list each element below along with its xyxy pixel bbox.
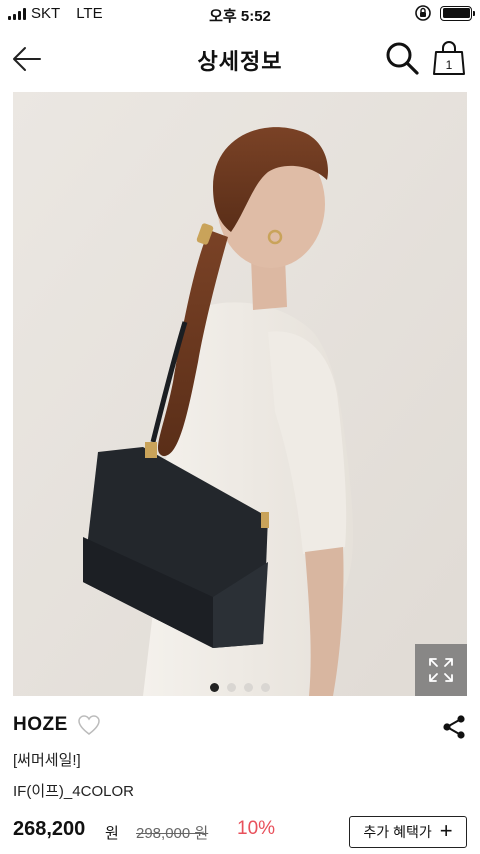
sale-price: 268,200 xyxy=(13,818,86,840)
product-name: IF(이프)_4COLOR xyxy=(13,783,134,800)
orientation-lock-icon xyxy=(415,5,431,21)
status-time: 오후 5:52 xyxy=(209,8,271,25)
extra-benefit-button[interactable]: 추가 혜택가 + xyxy=(349,816,467,848)
search-icon[interactable] xyxy=(384,40,420,76)
expand-icon xyxy=(429,658,453,682)
share-icon[interactable] xyxy=(441,714,467,740)
pagination-dot[interactable] xyxy=(244,683,253,692)
pagination-dot[interactable] xyxy=(227,683,236,692)
price-unit: 원 xyxy=(105,825,119,842)
extra-benefit-label: 추가 혜택가 xyxy=(363,824,432,840)
price-row: 268,200 원 298,000 원 10% 추가 혜택가 + xyxy=(13,816,467,848)
heart-icon[interactable] xyxy=(77,714,101,736)
original-price: 298,000 원 xyxy=(136,825,209,842)
gallery-pagination xyxy=(13,683,467,692)
plus-icon: + xyxy=(439,818,453,843)
nav-header: 상세정보 1 xyxy=(0,30,480,88)
brand-name[interactable]: HOZE xyxy=(13,714,68,736)
product-tag: [써머세일!] xyxy=(13,752,81,769)
battery-icon xyxy=(440,5,475,21)
product-image-gallery[interactable] xyxy=(13,92,467,696)
discount-rate: 10% xyxy=(237,818,276,839)
pagination-dot[interactable] xyxy=(261,683,270,692)
status-bar: SKT LTE 오후 5:52 xyxy=(0,0,480,28)
status-right xyxy=(414,4,475,22)
product-photo xyxy=(13,92,467,696)
pagination-dot[interactable] xyxy=(210,683,219,692)
cart-count-badge: 1 xyxy=(446,58,453,72)
shopping-bag-icon[interactable]: 1 xyxy=(432,40,466,76)
brand-row: HOZE xyxy=(13,712,467,740)
